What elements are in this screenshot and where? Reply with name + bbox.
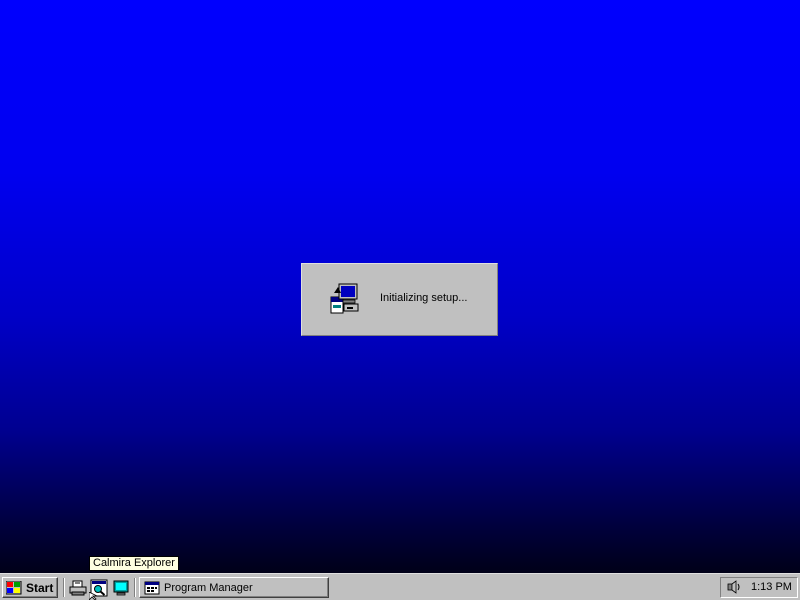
desktop-background: Initializing setup... <box>0 0 800 573</box>
taskbar: Start Program Manager 1:13 PM <box>0 573 800 600</box>
setup-status-text: Initializing setup... <box>380 292 468 304</box>
printer-icon[interactable] <box>69 579 87 597</box>
task-button-program-manager[interactable]: Program Manager <box>139 577 329 598</box>
desktop-icon[interactable] <box>112 579 130 597</box>
task-button-label: Program Manager <box>164 581 253 594</box>
taskbar-clock[interactable]: 1:13 PM <box>751 581 792 593</box>
windows-flag-icon <box>6 580 22 594</box>
calmira-explorer-tooltip: Calmira Explorer <box>89 556 179 571</box>
start-button[interactable]: Start <box>2 577 58 598</box>
system-tray: 1:13 PM <box>720 577 798 598</box>
program-manager-icon <box>144 581 160 594</box>
tasks-separator <box>134 578 136 597</box>
setup-splash-dialog: Initializing setup... <box>301 263 498 336</box>
speaker-icon[interactable] <box>726 579 742 595</box>
start-label: Start <box>26 580 54 595</box>
quick-launch-separator <box>63 578 65 597</box>
mouse-pointer-icon <box>89 592 98 600</box>
setup-computer-icon <box>330 283 359 314</box>
